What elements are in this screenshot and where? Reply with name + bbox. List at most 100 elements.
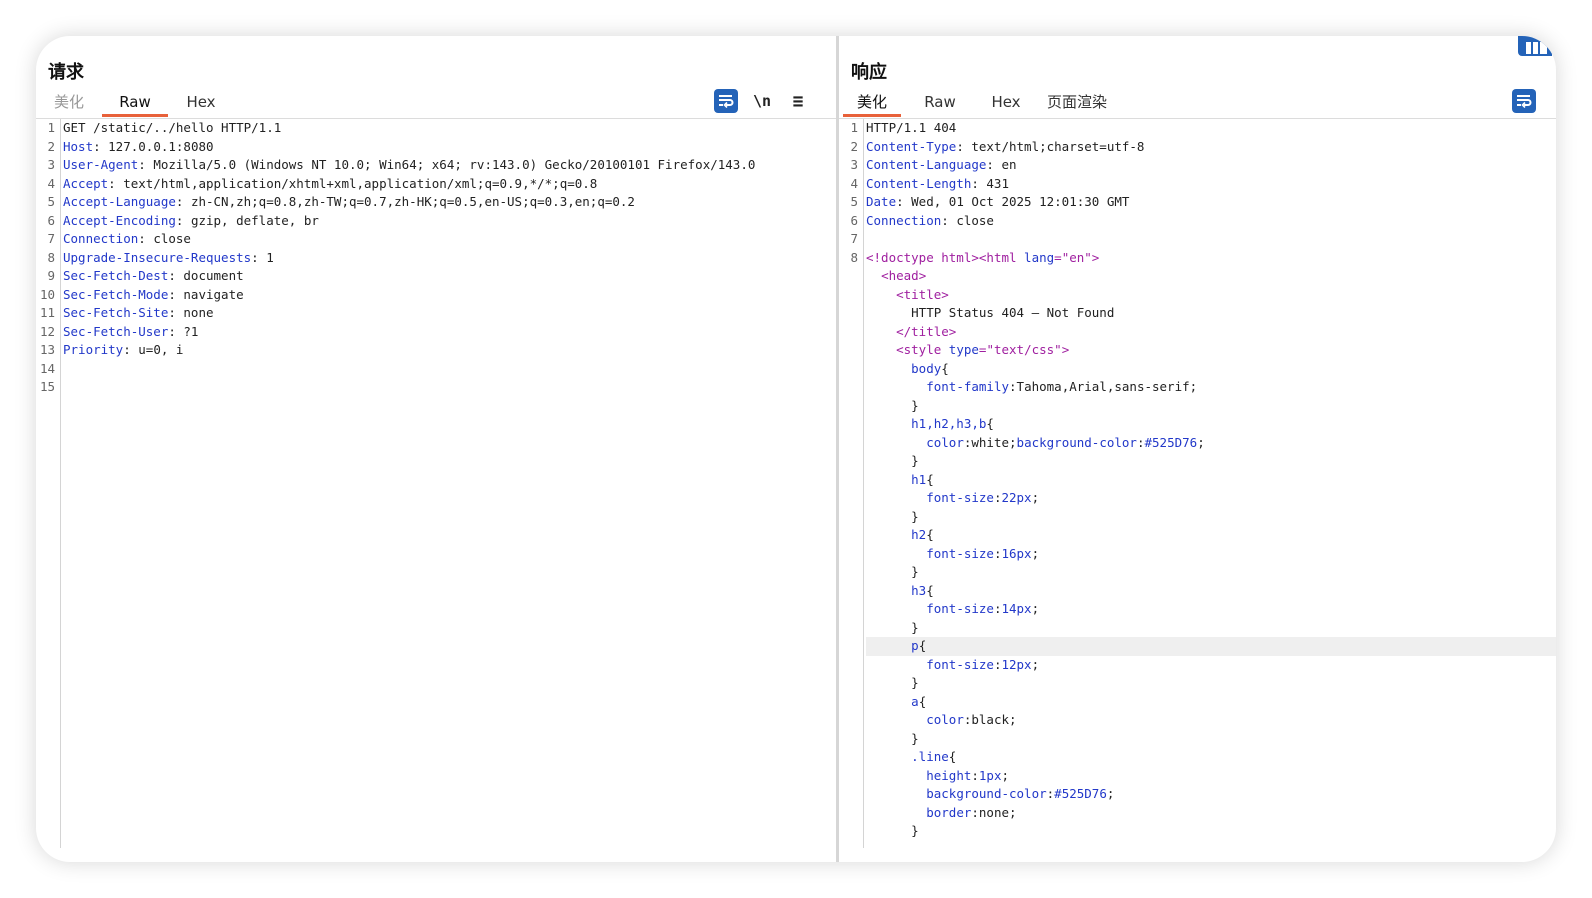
code-line: 7 Connection: close (36, 230, 836, 249)
response-title: 响应 (851, 62, 887, 83)
code-token: } (866, 397, 919, 413)
response-tab-pretty[interactable]: 美化 (843, 88, 901, 117)
line-number: 9 (47, 268, 55, 283)
code-line: } (839, 619, 1556, 638)
line-number: 5 (47, 194, 55, 209)
code-token: > (1061, 342, 1070, 357)
code-line: 9 Sec-Fetch-Dest: document (36, 267, 836, 286)
code-token: "text/css" (986, 342, 1062, 357)
line-content: font-size:16px; (866, 545, 1556, 564)
response-editor[interactable]: 1 HTTP/1.1 404 2 Content-Type: text/html;ch… (839, 119, 1556, 848)
wrap-lines-button[interactable] (714, 89, 738, 113)
code-line: 3 Content-Language: en (839, 156, 1556, 175)
line-number: 4 (850, 175, 858, 191)
line-number: 7 (850, 231, 858, 246)
code-token: <!doctype html> (866, 249, 979, 265)
code-token: : none (168, 305, 214, 320)
code-token: HTTP/1.1 404 (866, 120, 957, 135)
code-token: : navigate (168, 286, 244, 302)
request-tab-raw[interactable]: Raw (102, 88, 168, 117)
response-tab-hex[interactable]: Hex (987, 88, 1025, 117)
code-token: : 1 (251, 249, 274, 265)
code-token: : en (986, 157, 1017, 172)
code-line: HTTP Status 404 – Not Found (839, 304, 1556, 323)
code-line: a{ (839, 693, 1556, 712)
code-line: } (839, 397, 1556, 416)
code-line: font-size:16px; (839, 545, 1556, 564)
code-token: : text/html,application/xhtml+xml,applic… (108, 175, 598, 191)
code-line: } (839, 508, 1556, 527)
line-content: } (866, 674, 1556, 693)
line-number: 2 (47, 138, 55, 154)
response-tabbar: 美化 Raw Hex 页面渲染 (839, 88, 1556, 119)
code-token: <head> (881, 268, 927, 283)
code-token: : text/html;charset=utf-8 (956, 138, 1145, 154)
code-line: font-family:Tahoma,Arial,sans-serif; (839, 378, 1556, 397)
code-token: Connection (866, 212, 942, 228)
code-token: font-size (926, 601, 994, 616)
response-wrap-lines-button[interactable] (1512, 89, 1536, 113)
code-line: 11 Sec-Fetch-Site: none (36, 304, 836, 323)
code-line: 7 (839, 230, 1556, 249)
line-number: 15 (39, 379, 55, 394)
wrap-lines-icon (719, 95, 734, 108)
code-token: { (918, 693, 927, 709)
line-content: Sec-Fetch-User: ?1 (63, 323, 836, 342)
line-content: User-Agent: Mozilla/5.0 (Windows NT 10.0… (63, 156, 836, 175)
code-token: h2 (911, 527, 927, 542)
request-tab-pretty[interactable]: 美化 (52, 88, 86, 117)
code-token: ; (1001, 767, 1010, 783)
response-tab-raw[interactable]: Raw (921, 88, 959, 117)
line-content: background-color:#525D76; (866, 785, 1556, 804)
code-token: Content-Language (866, 157, 987, 172)
code-token: ; (1031, 545, 1040, 561)
code-token: 16px (1001, 545, 1032, 561)
code-token: :none; (971, 804, 1017, 820)
code-line: font-size:14px; (839, 600, 1556, 619)
line-content: Connection: close (63, 230, 836, 249)
request-editor[interactable]: 1 GET /static/../hello HTTP/1.1 2 Host: 127… (36, 119, 836, 848)
line-number: 4 (47, 175, 55, 191)
line-content: a{ (866, 693, 1556, 712)
line-number: 3 (850, 157, 858, 172)
code-token: font-size (926, 656, 994, 672)
code-line: 2 Content-Type: text/html;charset=utf-8 (839, 138, 1556, 157)
line-number: 10 (39, 286, 55, 302)
line-number: 11 (39, 305, 55, 320)
line-content: <title> (866, 286, 1556, 305)
response-lines: 1 HTTP/1.1 404 2 Content-Type: text/html;ch… (839, 119, 1556, 848)
line-number: 8 (47, 249, 55, 265)
line-content: font-size:14px; (866, 600, 1556, 619)
code-line: } (839, 674, 1556, 693)
code-token: .line (911, 749, 949, 764)
line-number: 5 (850, 194, 858, 209)
line-number: 1 (47, 120, 55, 135)
code-token: User-Agent (63, 157, 139, 172)
line-content: Connection: close (866, 212, 1556, 231)
newline-toggle-button[interactable]: \n (750, 89, 774, 113)
code-line: 4 Content-Length: 431 (839, 175, 1556, 194)
code-line: 1 GET /static/../hello HTTP/1.1 (36, 119, 836, 138)
request-tab-hex[interactable]: Hex (182, 88, 220, 117)
hamburger-menu-icon[interactable]: ≡ (786, 89, 810, 113)
code-token: border (926, 804, 972, 820)
code-line: } (839, 452, 1556, 471)
code-token: color (926, 712, 964, 727)
line-content: } (866, 822, 1556, 841)
code-token: lang (1024, 249, 1055, 265)
layout-toggle-icon[interactable] (1518, 36, 1552, 56)
code-token: Accept-Language (63, 194, 176, 209)
response-tab-render[interactable]: 页面渲染 (1045, 88, 1109, 117)
code-token: : u=0, i (123, 342, 184, 357)
line-content: } (866, 563, 1556, 582)
code-token: Accept-Encoding (63, 212, 176, 228)
